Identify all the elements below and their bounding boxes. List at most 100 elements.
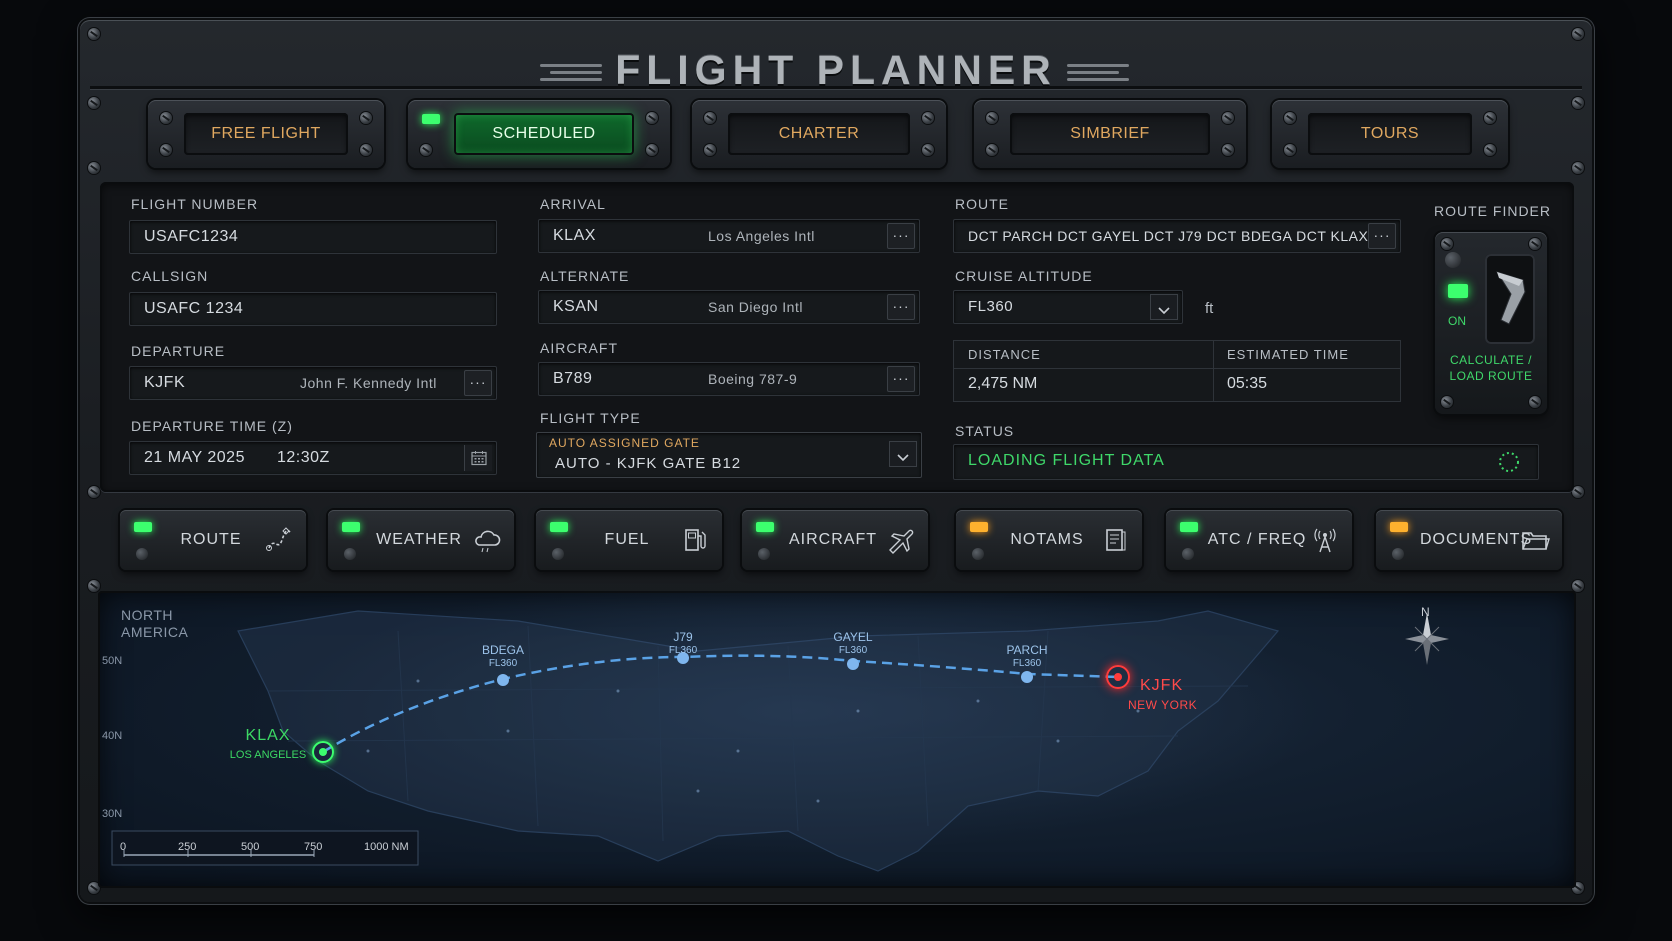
departure-airport-name: John F. Kennedy Intl [300, 375, 437, 391]
departure-time-field[interactable]: 21 MAY 2025 12:30Z [129, 441, 497, 475]
flight-type-label: FLIGHT TYPE [540, 410, 641, 426]
latitude-label: 30N [102, 808, 123, 820]
arrival-label: ARRIVAL [540, 196, 606, 212]
notams-icon [1106, 529, 1126, 551]
tool-label: DOCUMENTS [1420, 531, 1533, 548]
title-bar: FLIGHT PLANNER [80, 38, 1592, 102]
mode-label: SCHEDULED [454, 113, 634, 155]
mode-scheduled-button[interactable]: SCHEDULED [408, 100, 670, 168]
waypoint-name: GAYEL [833, 630, 873, 644]
altitude-unit: ft [1205, 300, 1214, 317]
title-decoration-right [1067, 64, 1129, 82]
cruise-altitude-dropdown-button[interactable] [1150, 294, 1178, 320]
departure-label: DEPARTURE [131, 343, 226, 359]
chevron-down-icon [1158, 307, 1170, 315]
scale-tick-label: 0 [120, 841, 127, 853]
alternate-field[interactable]: KSAN San Diego Intl ··· [538, 290, 920, 324]
route-finder-label: ROUTE FINDER [1434, 203, 1551, 219]
weather-tool-button[interactable]: WEATHER [328, 510, 514, 570]
route-finder-panel: ON CALCULATE / LOAD ROUTE [1435, 232, 1547, 414]
arrival-lookup-button[interactable]: ··· [887, 223, 915, 249]
flight-type-dropdown-button[interactable] [889, 441, 917, 467]
route-map[interactable]: NORTH AMERICA 50N 40N 30N N 0 250 500 75… [98, 591, 1576, 888]
chevron-down-icon [897, 454, 909, 462]
calendar-button[interactable] [464, 445, 492, 471]
aircraft-field[interactable]: B789 Boeing 787-9 ··· [538, 362, 920, 396]
mode-label: SIMBRIEF [1010, 113, 1210, 155]
origin-marker[interactable] [1106, 665, 1130, 689]
active-indicator-led [422, 114, 440, 124]
alternate-code: KSAN [553, 298, 599, 315]
waypoint-name: J79 [673, 630, 693, 644]
route-input[interactable]: DCT PARCH DCT GAYEL DCT J79 DCT BDEGA DC… [953, 219, 1401, 253]
distance-time-table: DISTANCE 2,475 NM ESTIMATED TIME 05:35 [953, 340, 1401, 402]
latitude-label: 40N [102, 730, 123, 742]
destination-code-label: KLAX [245, 727, 291, 744]
status-label: STATUS [955, 423, 1015, 439]
fuel-icon [685, 529, 706, 551]
status-led [1180, 522, 1198, 532]
aircraft-icon [889, 529, 914, 554]
route-lookup-button[interactable]: ··· [1368, 223, 1396, 249]
departure-field[interactable]: KJFK John F. Kennedy Intl ··· [129, 366, 497, 400]
screw-icon [1572, 162, 1584, 174]
waypoint-marker[interactable] [1021, 671, 1033, 683]
route-string: DCT PARCH DCT GAYEL DCT J79 DCT BDEGA DC… [968, 228, 1369, 244]
fuel-tool-button[interactable]: FUEL [536, 510, 722, 570]
calendar-icon [470, 451, 487, 466]
mode-free-flight-button[interactable]: FREE FLIGHT [148, 100, 384, 168]
mode-charter-button[interactable]: CHARTER [692, 100, 946, 168]
estimated-time-label: ESTIMATED TIME [1227, 347, 1349, 362]
callsign-input[interactable]: USAFC 1234 [129, 292, 497, 326]
departure-lookup-button[interactable]: ··· [464, 370, 492, 396]
flight-type-select[interactable]: AUTO ASSIGNED GATE AUTO - KJFK GATE B12 [536, 432, 922, 478]
waypoint-level: FL360 [1012, 658, 1042, 669]
scale-tick-label: 250 [178, 841, 197, 853]
status-led [342, 522, 360, 532]
flight-number-label: FLIGHT NUMBER [131, 196, 259, 212]
atc-freq-tool-button[interactable]: ATC / FREQ [1166, 510, 1352, 570]
screw-icon [1572, 486, 1584, 498]
aircraft-tool-button[interactable]: AIRCRAFT [742, 510, 928, 570]
mode-label: FREE FLIGHT [184, 113, 348, 155]
scale-end-label: 1000 NM [364, 841, 409, 853]
tool-label: WEATHER [376, 531, 462, 548]
departure-date: 21 MAY 2025 [144, 449, 245, 466]
compass-rose-icon [1405, 613, 1449, 665]
map-region-label: NORTH AMERICA [121, 607, 189, 640]
tool-label: NOTAMS [1010, 531, 1084, 548]
departure-time-label: DEPARTURE TIME (Z) [131, 418, 293, 434]
documents-tool-button[interactable]: DOCUMENTS [1376, 510, 1562, 570]
callsign-label: CALLSIGN [131, 268, 209, 284]
screw-icon [88, 162, 100, 174]
aircraft-lookup-button[interactable]: ··· [887, 366, 915, 392]
folder-icon [1522, 532, 1550, 550]
status-led [970, 522, 988, 532]
mode-label: TOURS [1308, 113, 1472, 155]
toggle-switch-icon [1495, 271, 1526, 325]
status-led [134, 522, 152, 532]
arrival-airport-name: Los Angeles Intl [708, 228, 815, 244]
route-tool-button[interactable]: ROUTE [120, 510, 306, 570]
distance-value: 2,475 NM [968, 375, 1038, 392]
destination-city-label: LOS ANGELES [229, 749, 307, 761]
waypoint-marker[interactable] [847, 658, 859, 670]
scale-tick-label: 750 [304, 841, 323, 853]
latitude-label: 50N [102, 655, 123, 667]
notams-tool-button[interactable]: NOTAMS [956, 510, 1142, 570]
waypoint-level: FL360 [838, 645, 868, 656]
flight-number-input[interactable]: USAFC1234 [129, 220, 497, 254]
tool-label: ATC / FREQ [1207, 531, 1307, 548]
radio-tower-icon [1314, 528, 1336, 553]
waypoint-marker[interactable] [497, 674, 509, 686]
switch-state-label: ON [1448, 314, 1466, 328]
cruise-altitude-select[interactable]: FL360 [953, 290, 1183, 324]
alternate-lookup-button[interactable]: ··· [887, 294, 915, 320]
mode-tours-button[interactable]: TOURS [1272, 100, 1508, 168]
weather-icon [475, 530, 501, 553]
mode-simbrief-button[interactable]: SIMBRIEF [974, 100, 1246, 168]
status-display: LOADING FLIGHT DATA [953, 444, 1539, 480]
distance-label: DISTANCE [968, 347, 1041, 362]
calculate-route-toggle-switch[interactable] [1485, 254, 1535, 344]
arrival-field[interactable]: KLAX Los Angeles Intl ··· [538, 219, 920, 253]
